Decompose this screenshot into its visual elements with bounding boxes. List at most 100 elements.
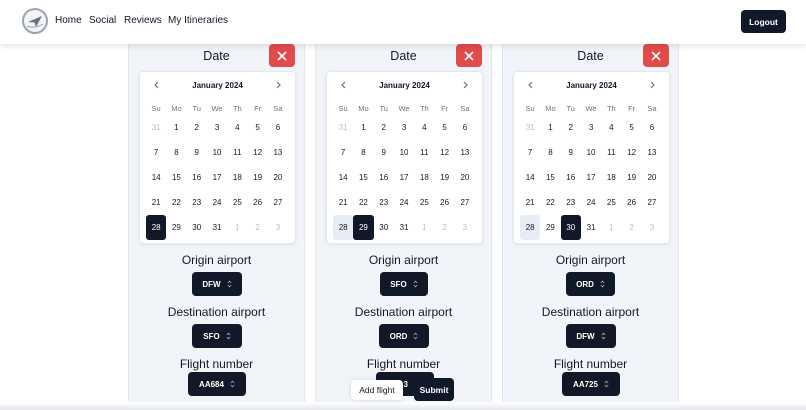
calendar-day[interactable]: 13: [268, 140, 288, 165]
logo-icon[interactable]: [22, 8, 48, 34]
calendar-day[interactable]: 2: [374, 115, 394, 140]
calendar-day[interactable]: 8: [540, 140, 560, 165]
calendar-day[interactable]: 4: [601, 115, 621, 140]
next-month-button[interactable]: [459, 78, 473, 92]
remove-flight-button[interactable]: [269, 44, 295, 67]
calendar-day[interactable]: 7: [520, 140, 540, 165]
calendar-day[interactable]: 7: [333, 140, 353, 165]
calendar-day[interactable]: 1: [166, 115, 186, 140]
calendar-day[interactable]: 3: [268, 215, 288, 240]
calendar-day[interactable]: 18: [601, 165, 621, 190]
calendar-day[interactable]: 20: [455, 165, 475, 190]
calendar-day[interactable]: 19: [247, 165, 267, 190]
calendar-day[interactable]: 5: [621, 115, 641, 140]
calendar-day[interactable]: 1: [540, 115, 560, 140]
calendar-day[interactable]: 30: [187, 215, 207, 240]
calendar-day[interactable]: 17: [207, 165, 227, 190]
flight-select[interactable]: AA725: [562, 372, 620, 396]
calendar-day[interactable]: 10: [394, 140, 414, 165]
calendar-day[interactable]: 17: [394, 165, 414, 190]
calendar-day[interactable]: 19: [621, 165, 641, 190]
calendar-day[interactable]: 23: [374, 190, 394, 215]
calendar-day[interactable]: 12: [621, 140, 641, 165]
next-month-button[interactable]: [646, 78, 660, 92]
calendar-day[interactable]: 6: [455, 115, 475, 140]
calendar-day[interactable]: 2: [621, 215, 641, 240]
calendar-day[interactable]: 12: [247, 140, 267, 165]
calendar-day[interactable]: 7: [146, 140, 166, 165]
calendar-day[interactable]: 3: [642, 215, 662, 240]
logout-button[interactable]: Logout: [741, 10, 786, 33]
calendar-day[interactable]: 8: [166, 140, 186, 165]
flight-select[interactable]: AA684: [188, 372, 246, 396]
calendar-day[interactable]: 31: [520, 115, 540, 140]
calendar-day[interactable]: 18: [227, 165, 247, 190]
calendar-day[interactable]: 3: [581, 115, 601, 140]
remove-flight-button[interactable]: [456, 44, 482, 67]
calendar-day[interactable]: 14: [146, 165, 166, 190]
calendar-day[interactable]: 31: [394, 215, 414, 240]
calendar-day[interactable]: 3: [207, 115, 227, 140]
nav-link-my-itineraries[interactable]: My Itineraries: [168, 15, 228, 26]
calendar-day[interactable]: 31: [207, 215, 227, 240]
calendar-day[interactable]: 3: [394, 115, 414, 140]
calendar-day[interactable]: 14: [333, 165, 353, 190]
calendar-day[interactable]: 27: [642, 190, 662, 215]
calendar-day[interactable]: 14: [520, 165, 540, 190]
calendar-day[interactable]: 22: [166, 190, 186, 215]
calendar-day[interactable]: 4: [414, 115, 434, 140]
origin-select[interactable]: SFO: [380, 272, 428, 296]
calendar-day[interactable]: 23: [561, 190, 581, 215]
calendar-day[interactable]: 29: [540, 215, 560, 240]
submit-button[interactable]: Submit: [414, 378, 454, 401]
calendar-day[interactable]: 1: [601, 215, 621, 240]
calendar-day[interactable]: 17: [581, 165, 601, 190]
calendar-day[interactable]: 9: [374, 140, 394, 165]
calendar-day[interactable]: 3: [455, 215, 475, 240]
calendar-day[interactable]: 19: [434, 165, 454, 190]
destination-select[interactable]: DFW: [566, 324, 616, 348]
calendar-day[interactable]: 30: [560, 215, 581, 240]
calendar-day[interactable]: 23: [187, 190, 207, 215]
calendar-day[interactable]: 8: [353, 140, 373, 165]
calendar-day[interactable]: 21: [520, 190, 540, 215]
calendar-day[interactable]: 2: [561, 115, 581, 140]
calendar-day[interactable]: 15: [540, 165, 560, 190]
calendar-day[interactable]: 9: [187, 140, 207, 165]
calendar-day[interactable]: 12: [434, 140, 454, 165]
calendar-day[interactable]: 31: [333, 115, 353, 140]
calendar-day[interactable]: 24: [581, 190, 601, 215]
calendar-day[interactable]: 15: [353, 165, 373, 190]
calendar-day[interactable]: 24: [207, 190, 227, 215]
nav-link-reviews[interactable]: Reviews: [124, 15, 162, 26]
calendar-day[interactable]: 20: [642, 165, 662, 190]
destination-select[interactable]: SFO: [192, 324, 242, 348]
calendar-day[interactable]: 16: [187, 165, 207, 190]
calendar-day[interactable]: 1: [414, 215, 434, 240]
calendar-day[interactable]: 26: [621, 190, 641, 215]
calendar-day[interactable]: 2: [187, 115, 207, 140]
calendar-day[interactable]: 24: [394, 190, 414, 215]
calendar-day[interactable]: 11: [227, 140, 247, 165]
calendar-day[interactable]: 21: [146, 190, 166, 215]
calendar-day[interactable]: 18: [414, 165, 434, 190]
calendar-day[interactable]: 16: [561, 165, 581, 190]
calendar-day[interactable]: 10: [581, 140, 601, 165]
calendar-day[interactable]: 28: [146, 215, 167, 240]
add-flight-button[interactable]: Add flight: [351, 380, 403, 400]
next-month-button[interactable]: [272, 78, 286, 92]
calendar-day[interactable]: 2: [434, 215, 454, 240]
calendar-day[interactable]: 9: [561, 140, 581, 165]
calendar-day[interactable]: 29: [353, 215, 374, 240]
calendar-day[interactable]: 31: [581, 215, 601, 240]
calendar-day[interactable]: 30: [374, 215, 394, 240]
nav-link-home[interactable]: Home: [55, 15, 82, 26]
calendar-day[interactable]: 1: [227, 215, 247, 240]
calendar-day[interactable]: 25: [227, 190, 247, 215]
calendar-day[interactable]: 27: [455, 190, 475, 215]
remove-flight-button[interactable]: [643, 44, 669, 67]
calendar-day[interactable]: 6: [642, 115, 662, 140]
calendar-day[interactable]: 16: [374, 165, 394, 190]
calendar-day[interactable]: 1: [353, 115, 373, 140]
calendar-day[interactable]: 25: [601, 190, 621, 215]
